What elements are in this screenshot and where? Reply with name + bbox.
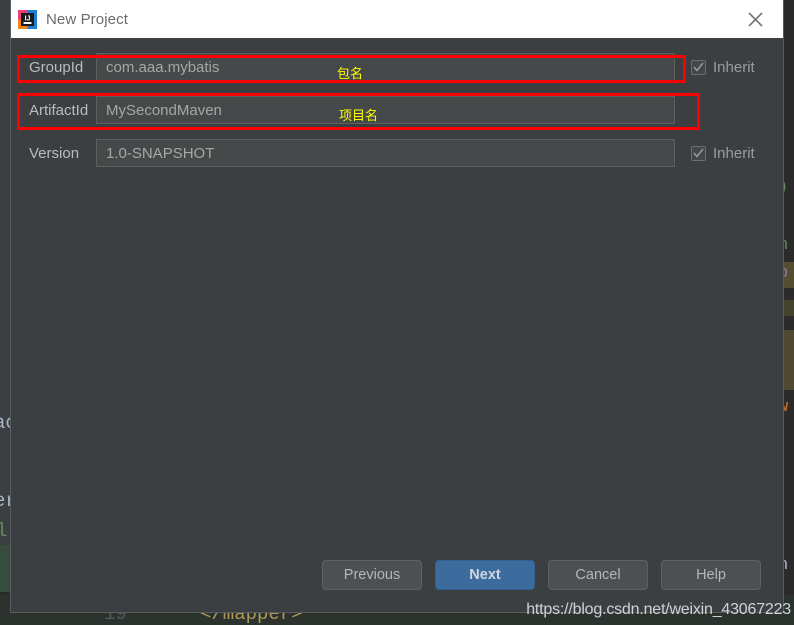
- ide-left-code-fragment-3: l: [0, 520, 8, 542]
- ide-selection-highlight: [0, 545, 10, 595]
- previous-button[interactable]: Previous: [322, 560, 422, 590]
- artifactid-input[interactable]: MySecondMaven: [96, 96, 675, 124]
- dialog-title: New Project: [46, 10, 128, 28]
- annotation-label-artifactid: 项目名: [339, 109, 379, 124]
- form-row-artifactid: ArtifactId MySecondMaven: [11, 93, 783, 127]
- groupid-inherit-label: Inherit: [713, 58, 755, 76]
- groupid-inherit-group[interactable]: Inherit: [691, 59, 755, 76]
- watermark-url: https://blog.csdn.net/weixin_43067223: [526, 601, 791, 618]
- dialog-titlebar: IJ New Project: [11, 0, 783, 38]
- version-inherit-label: Inherit: [713, 144, 755, 162]
- cancel-button[interactable]: Cancel: [548, 560, 648, 590]
- form-row-groupid: GroupId com.aaa.mybatis Inherit: [11, 50, 783, 84]
- svg-text:IJ: IJ: [25, 15, 31, 22]
- version-input[interactable]: 1.0-SNAPSHOT: [96, 139, 675, 167]
- artifactid-label: ArtifactId: [29, 101, 89, 119]
- version-inherit-group[interactable]: Inherit: [691, 145, 755, 162]
- dialog-button-bar: Previous Next Cancel Help: [11, 560, 783, 590]
- new-project-dialog: IJ New Project GroupId com.aaa.mybatis I…: [10, 0, 784, 613]
- groupid-label: GroupId: [29, 58, 84, 76]
- intellij-idea-icon: IJ: [18, 9, 37, 29]
- version-label: Version: [29, 144, 80, 162]
- project-coordinates-form: GroupId com.aaa.mybatis Inherit Artifact…: [11, 38, 783, 170]
- next-button[interactable]: Next: [435, 560, 535, 590]
- form-row-version: Version 1.0-SNAPSHOT Inherit: [11, 136, 783, 170]
- version-inherit-checkbox[interactable]: [691, 145, 706, 161]
- annotation-label-groupid: 包名: [337, 67, 364, 82]
- groupid-input[interactable]: com.aaa.mybatis: [96, 53, 675, 81]
- close-icon[interactable]: [741, 6, 769, 32]
- help-button[interactable]: Help: [661, 560, 761, 590]
- groupid-inherit-checkbox[interactable]: [691, 59, 706, 75]
